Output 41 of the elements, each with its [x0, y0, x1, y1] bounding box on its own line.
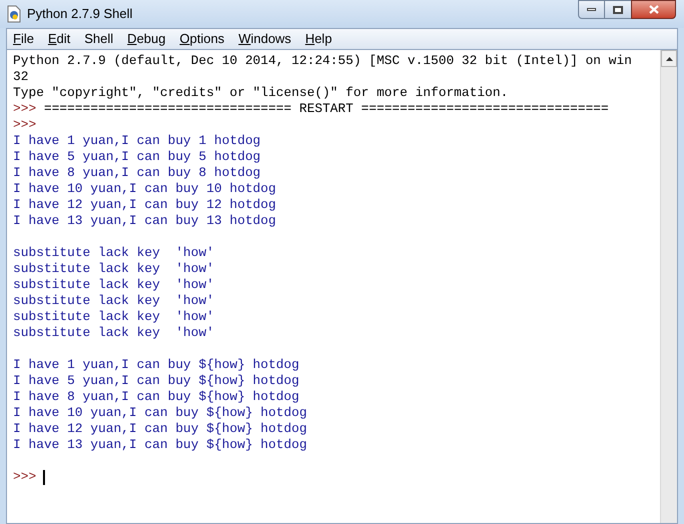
- shell-prompt: >>>: [13, 101, 36, 117]
- shell-prompt: >>>: [13, 117, 36, 133]
- shell-output-line: I have 5 yuan,I can buy ${how} hotdog: [13, 373, 300, 389]
- shell-output-line: substitute lack key 'how': [13, 261, 216, 277]
- menu-item[interactable]: Shell: [84, 29, 114, 49]
- menu-item[interactable]: Windows: [238, 29, 292, 49]
- menu-item[interactable]: Edit: [48, 29, 70, 49]
- shell-output-line: I have 8 yuan,I can buy 8 hotdog: [13, 165, 262, 181]
- shell-output-line: I have 10 yuan,I can buy ${how} hotdog: [13, 405, 308, 421]
- shell-output-line: I have 8 yuan,I can buy ${how} hotdog: [13, 389, 300, 405]
- shell-output-line: substitute lack key 'how': [13, 293, 216, 309]
- shell-output-line: Type "copyright", "credits" or "license()" for more information.: [13, 85, 510, 101]
- maximize-button[interactable]: [605, 0, 631, 19]
- scroll-up-button[interactable]: [661, 50, 677, 67]
- shell-output-line: I have 1 yuan,I can buy ${how} hotdog: [13, 357, 300, 373]
- shell-output-line: substitute lack key 'how': [13, 325, 216, 341]
- window-title: Python 2.7.9 Shell: [27, 5, 133, 24]
- shell-output-line: substitute lack key 'how': [13, 309, 216, 325]
- shell-output-line: I have 5 yuan,I can buy 5 hotdog: [13, 149, 262, 165]
- shell-output-line: I have 12 yuan,I can buy 12 hotdog: [13, 197, 278, 213]
- close-icon: [648, 5, 658, 14]
- close-button[interactable]: [631, 0, 676, 19]
- shell-output-line: ================================ RESTART ================================: [42, 101, 609, 117]
- shell-output-line: I have 13 yuan,I can buy 13 hotdog: [13, 213, 278, 229]
- menu-item[interactable]: File: [13, 29, 34, 49]
- menu-item[interactable]: Debug: [127, 29, 166, 49]
- menu-item[interactable]: Help: [305, 29, 332, 49]
- vertical-scrollbar[interactable]: [660, 50, 677, 523]
- up-arrow-icon: [666, 56, 672, 60]
- shell-output-line: 32: [13, 69, 30, 85]
- shell-output-line: Python 2.7.9 (default, Dec 10 2014, 12:24:55) [MSC v.1500 32 bit (Intel)] on win: [13, 53, 633, 69]
- python-file-icon: [6, 5, 22, 23]
- shell-output-line: I have 13 yuan,I can buy ${how} hotdog: [13, 437, 308, 453]
- minimize-button[interactable]: [578, 0, 605, 19]
- menu-item[interactable]: Options: [180, 29, 224, 49]
- shell-output-line: substitute lack key 'how': [13, 245, 216, 261]
- shell-output-line: I have 10 yuan,I can buy 10 hotdog: [13, 181, 278, 197]
- shell-prompt: >>>: [13, 469, 36, 485]
- shell-output-line: I have 1 yuan,I can buy 1 hotdog: [13, 133, 262, 149]
- shell-output-line: substitute lack key 'how': [13, 277, 216, 293]
- shell-output-line: I have 12 yuan,I can buy ${how} hotdog: [13, 421, 308, 437]
